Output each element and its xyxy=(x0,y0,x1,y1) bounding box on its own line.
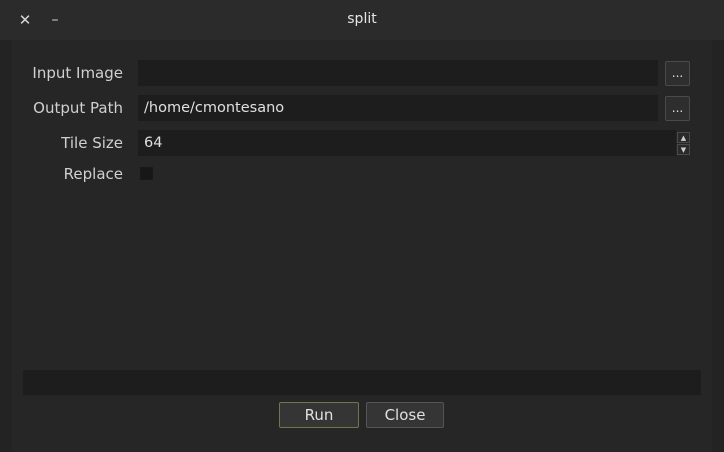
output-path-label: Output Path xyxy=(33,99,123,117)
tile-size-spinbox[interactable]: 64 xyxy=(138,130,676,156)
window-title: split xyxy=(347,11,377,27)
progress-bar xyxy=(23,370,701,395)
input-image-field[interactable] xyxy=(138,60,658,86)
title-bar: ✕ – split xyxy=(0,0,724,40)
output-path-browse-button[interactable]: ... xyxy=(665,96,690,121)
input-image-label: Input Image xyxy=(32,64,123,82)
output-path-field[interactable]: /home/cmontesano xyxy=(138,95,658,121)
close-button[interactable]: Close xyxy=(366,402,444,428)
replace-checkbox[interactable] xyxy=(140,167,153,180)
input-image-browse-button[interactable]: ... xyxy=(665,61,690,86)
chevron-down-icon[interactable]: ▼ xyxy=(677,144,690,155)
tile-size-spin-arrows: ▲ ▼ xyxy=(677,132,690,156)
run-button[interactable]: Run xyxy=(279,402,359,428)
replace-label: Replace xyxy=(63,165,123,183)
tile-size-label: Tile Size xyxy=(61,134,123,152)
chevron-up-icon[interactable]: ▲ xyxy=(677,132,690,143)
